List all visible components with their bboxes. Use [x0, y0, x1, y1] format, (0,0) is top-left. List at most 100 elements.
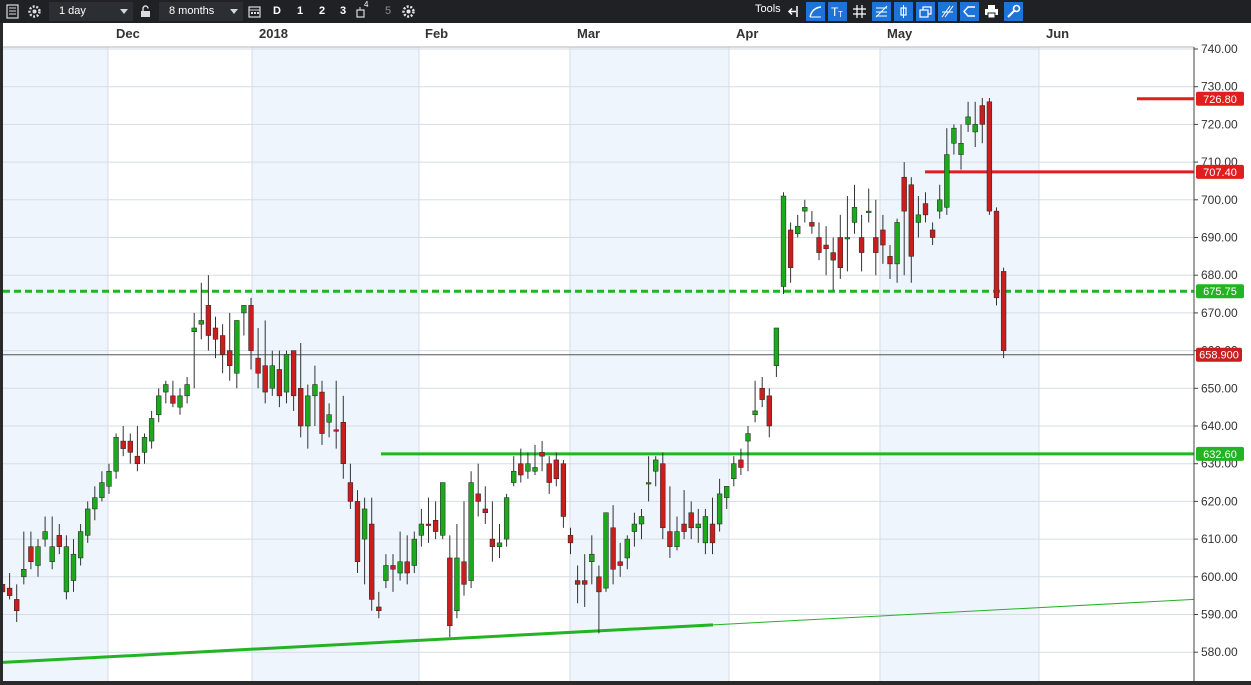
range-select[interactable]: 8 months	[159, 2, 243, 21]
candle-body-82	[582, 580, 588, 585]
candle-body-41	[290, 350, 297, 397]
period-button-3[interactable]: 3	[340, 2, 346, 21]
month-shading	[3, 47, 1039, 685]
back-arrow-icon[interactable]	[784, 2, 803, 21]
candle-body-74	[525, 463, 531, 472]
candle-body-110	[780, 195, 787, 287]
candle-body-99	[702, 516, 709, 544]
shape-tool-icon[interactable]	[960, 2, 979, 21]
candle-body-133	[944, 154, 950, 208]
candle-body-4	[28, 546, 34, 562]
candle-body-14	[99, 482, 105, 498]
x-label-2: Feb	[425, 26, 448, 41]
candle-body-92	[653, 459, 659, 472]
candle-body-106	[752, 410, 758, 415]
candle-body-80	[567, 535, 574, 544]
y-tick-label-6: 680.00	[1201, 268, 1238, 282]
candle-body-112	[795, 225, 801, 234]
candle-body-140	[993, 210, 1000, 299]
candle-body-76	[539, 452, 545, 457]
candle-body-136	[965, 116, 971, 125]
candle-body-47	[333, 429, 339, 432]
candle-body-46	[326, 414, 332, 423]
y-tick-label-10: 640.00	[1201, 419, 1238, 433]
shade-band-1	[252, 47, 419, 685]
candle-body-105	[745, 433, 751, 442]
candle-body-97	[688, 512, 694, 529]
candle-body-48	[340, 421, 346, 464]
lock-icon[interactable]	[137, 3, 154, 20]
candle-body-88	[624, 538, 630, 559]
curve-tool-icon[interactable]	[806, 2, 825, 21]
candle-body-90	[638, 516, 645, 525]
candle-body-61	[432, 520, 439, 532]
candle-body-122	[866, 210, 872, 213]
candle-body-91	[645, 482, 652, 485]
candle-body-118	[837, 237, 843, 268]
candle-body-6	[42, 531, 48, 540]
layers-tool-icon[interactable]	[916, 2, 935, 21]
interval-select[interactable]: 1 day	[49, 2, 133, 21]
candle-body-51	[361, 508, 368, 540]
candle-body-114	[809, 222, 815, 227]
period-button-d[interactable]: D	[273, 2, 281, 21]
fib-tool-icon[interactable]	[872, 2, 891, 21]
candle-body-129	[915, 214, 922, 223]
indicator-settings-icon[interactable]	[1004, 2, 1023, 21]
candle-body-5	[35, 546, 41, 566]
candle-body-11	[77, 531, 84, 559]
candle-body-57	[404, 561, 410, 574]
candle-body-34	[241, 305, 247, 314]
period-button-5[interactable]: 5	[385, 2, 391, 21]
marker-tool-icon[interactable]	[894, 2, 913, 21]
x-label-5: May	[887, 26, 913, 41]
candle-body-42	[298, 388, 304, 427]
candle-body-131	[929, 229, 936, 238]
interval-value: 1 day	[59, 5, 86, 17]
candle-body-62	[440, 482, 446, 536]
menu-icon[interactable]	[4, 3, 21, 20]
candle-body-29	[205, 305, 212, 336]
y-tick-label-2: 720.00	[1201, 117, 1238, 131]
candle-body-86	[610, 527, 616, 570]
x-label-4: Apr	[736, 26, 758, 41]
candle-body-65	[461, 561, 467, 585]
candle-body-78	[553, 459, 559, 480]
grid-tool-icon[interactable]	[850, 2, 869, 21]
period-button-4[interactable]: 4	[364, 0, 368, 19]
print-icon[interactable]	[982, 2, 1001, 21]
candle-body-79	[560, 463, 567, 517]
y-axis-band	[1194, 47, 1251, 685]
candle-body-69	[489, 538, 496, 547]
gear-icon[interactable]	[400, 3, 417, 20]
candle-body-104	[738, 459, 744, 468]
candle-body-108	[766, 395, 772, 427]
text-tool-icon[interactable]: TT	[828, 2, 847, 21]
candle-body-22	[156, 395, 162, 415]
price-chart[interactable]: Dec 2018 Feb Mar Apr May Jun 740.00 730.00 720.0…	[0, 23, 1251, 685]
period-button-2[interactable]: 2	[319, 2, 325, 21]
candle-body-31	[219, 335, 226, 355]
candle-body-64	[454, 557, 460, 611]
candle-body-130	[922, 203, 929, 216]
candle-body-138	[979, 105, 985, 125]
settings-icon[interactable]	[26, 3, 43, 20]
candle-body-117	[830, 252, 836, 261]
candle-body-17	[120, 440, 126, 449]
period-button-1[interactable]: 1	[297, 2, 303, 21]
y-tick-label-1: 730.00	[1201, 80, 1238, 94]
candle-body-23	[163, 384, 169, 393]
candle-body-33	[234, 320, 240, 374]
svg-text:T: T	[838, 10, 843, 19]
y-tick-label-16: 580.00	[1201, 645, 1238, 659]
pitchfork-tool-icon[interactable]	[938, 2, 957, 21]
candle-body-67	[475, 493, 481, 502]
candle-body-18	[127, 440, 133, 453]
tools-label: Tools	[755, 3, 781, 15]
candle-body-127	[901, 176, 907, 212]
candle-body-128	[908, 184, 914, 257]
candle-body-126	[894, 222, 900, 265]
level-tag-3: 632.60	[1203, 449, 1237, 461]
candle-body-95	[674, 531, 680, 547]
calendar-icon[interactable]	[246, 3, 263, 20]
